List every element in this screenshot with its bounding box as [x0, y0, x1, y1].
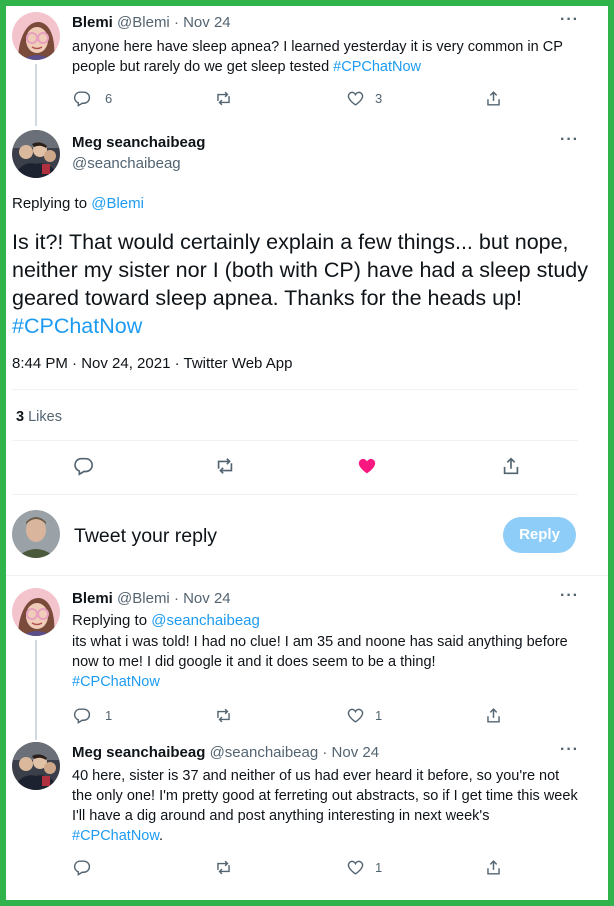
share-button[interactable] [484, 86, 503, 110]
divider [12, 389, 578, 390]
tweet4-actions: 1 [72, 855, 512, 879]
reply-input[interactable]: Tweet your reply [74, 524, 474, 548]
tweet-meta[interactable]: 8:44 PM · Nov 24, 2021 · Twitter Web App [12, 354, 292, 374]
share-button[interactable] [484, 703, 503, 727]
like-count: 1 [375, 707, 383, 723]
like-button[interactable]: 1 [346, 855, 382, 879]
like-button[interactable] [356, 454, 378, 478]
like-count: 3 [375, 90, 383, 106]
main-tweet-text: Is it?! That would certainly explain a f… [12, 230, 588, 338]
reply-icon [73, 859, 91, 876]
tweet3-header: Blemi @Blemi · Nov 24 [72, 590, 231, 607]
retweet-icon [217, 708, 230, 722]
author-name[interactable]: Blemi [72, 14, 113, 31]
retweet-icon [217, 91, 230, 105]
reply-count: 1 [105, 707, 113, 723]
main-actions [72, 454, 519, 478]
tweet-date[interactable]: · Nov 24 [322, 744, 379, 761]
avatar-current-user[interactable] [12, 510, 60, 558]
tweet4-text: 40 here, sister is 37 and neither of us … [72, 768, 578, 844]
tweet-date[interactable]: · Nov 24 [174, 590, 231, 607]
share-icon [487, 90, 500, 106]
more-options-icon[interactable]: ··· [560, 11, 579, 29]
retweet-button[interactable] [214, 703, 233, 727]
avatar-blemi[interactable] [12, 588, 60, 636]
avatar-meg[interactable] [12, 742, 60, 790]
tweet1-text: anyone here have sleep apnea? I learned … [72, 39, 563, 75]
reply-icon [73, 90, 91, 107]
more-options-icon[interactable]: ··· [560, 741, 579, 759]
likes-summary[interactable]: 3 Likes [16, 407, 62, 427]
tweet3-actions: 1 1 [72, 703, 512, 727]
hashtag-link[interactable]: #CPChatNow [12, 314, 142, 338]
retweet-button[interactable] [214, 86, 233, 110]
more-options-icon[interactable]: ··· [560, 587, 579, 605]
avatar-meg[interactable] [12, 130, 60, 178]
hashtag-link[interactable]: #CPChatNow [72, 674, 160, 690]
retweet-button[interactable] [214, 454, 236, 478]
reply-icon [74, 457, 93, 476]
heart-icon [347, 91, 364, 106]
share-icon [503, 457, 519, 475]
hashtag-link[interactable]: #CPChatNow [72, 828, 159, 844]
main-author-name: Meg seanchaibeag [72, 134, 206, 151]
hashtag-link[interactable]: #CPChatNow [333, 59, 421, 75]
reply-button[interactable]: 6 [72, 86, 112, 110]
divider [6, 575, 608, 576]
tweet-thread: Blemi @Blemi · Nov 24 ··· anyone here ha… [6, 6, 608, 900]
reply-count: 6 [105, 90, 113, 106]
share-icon [487, 859, 500, 875]
retweet-icon [217, 458, 233, 474]
thread-connector [35, 64, 37, 126]
tweet3-text: its what i was told! I had no clue! I am… [72, 634, 568, 690]
author-handle[interactable]: @Blemi [117, 14, 170, 31]
share-button[interactable] [500, 454, 522, 478]
replying-to-handle[interactable]: @seanchaibeag [151, 612, 260, 629]
retweet-icon [217, 860, 230, 874]
author-handle[interactable]: @seanchaibeag [210, 744, 319, 761]
divider [12, 494, 578, 495]
like-button[interactable]: 1 [346, 703, 382, 727]
main-author-handle: @seanchaibeag [72, 155, 181, 172]
reply-button[interactable] [72, 454, 94, 478]
replying-to: Replying to @seanchaibeag [72, 612, 260, 629]
thread-connector [35, 640, 37, 740]
retweet-button[interactable] [214, 855, 233, 879]
reply-icon [73, 707, 91, 724]
avatar-blemi[interactable] [12, 12, 60, 60]
replying-to-handle[interactable]: @Blemi [91, 195, 144, 212]
tweet1-actions: 6 3 [72, 86, 512, 110]
author-handle[interactable]: @Blemi [117, 590, 170, 607]
divider [12, 440, 578, 441]
like-button[interactable]: 3 [346, 86, 382, 110]
heart-icon [347, 708, 364, 723]
tweet1-header: Blemi @Blemi · Nov 24 [72, 14, 231, 31]
author-name[interactable]: Meg seanchaibeag [72, 744, 205, 761]
more-options-icon[interactable]: ··· [560, 131, 579, 149]
like-count: 1 [375, 859, 383, 875]
reply-button[interactable]: 1 [72, 703, 112, 727]
heart-filled-icon [358, 458, 376, 474]
tweet4-header: Meg seanchaibeag @seanchaibeag · Nov 24 [72, 744, 379, 761]
author-name[interactable]: Blemi [72, 590, 113, 607]
share-icon [487, 707, 500, 723]
reply-button[interactable] [72, 855, 91, 879]
replying-to: Replying to @Blemi [12, 195, 144, 212]
tweet-date[interactable]: · Nov 24 [174, 14, 231, 31]
reply-button[interactable]: Reply [503, 517, 576, 553]
share-button[interactable] [484, 855, 503, 879]
heart-icon [347, 860, 364, 875]
